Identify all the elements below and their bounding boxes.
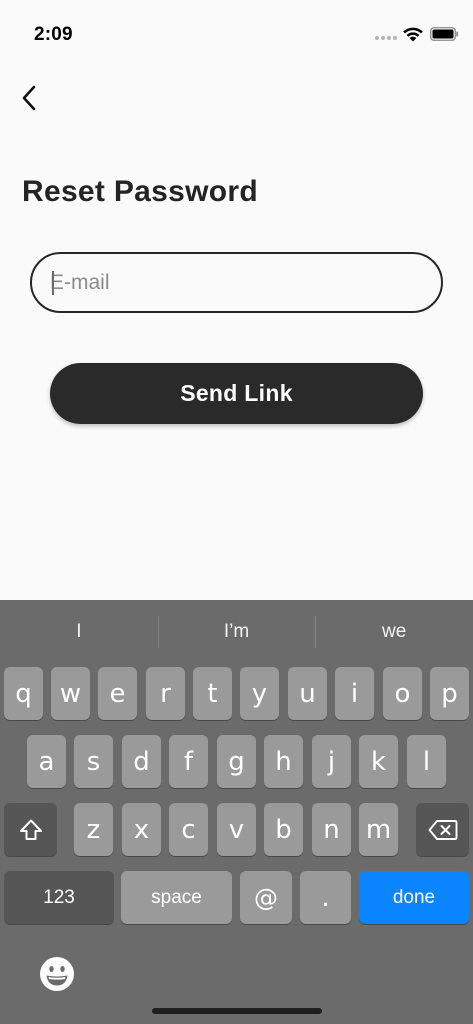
key-z[interactable]: z [74, 803, 113, 856]
send-link-button[interactable]: Send Link [50, 363, 423, 424]
suggestion-item[interactable]: I’m [157, 600, 316, 664]
dot-key[interactable]: . [300, 871, 351, 924]
key-l[interactable]: l [407, 735, 446, 788]
key-w[interactable]: w [51, 667, 90, 720]
key-m[interactable]: m [359, 803, 398, 856]
key-a[interactable]: a [27, 735, 66, 788]
delete-key[interactable] [416, 803, 469, 856]
space-key[interactable]: space [121, 871, 232, 924]
at-key[interactable]: @ [240, 871, 292, 924]
done-key[interactable]: done [359, 871, 469, 924]
key-i[interactable]: i [335, 667, 374, 720]
key-g[interactable]: g [217, 735, 256, 788]
status-bar: 2:09 [0, 0, 473, 64]
key-e[interactable]: e [98, 667, 137, 720]
home-indicator [152, 1008, 322, 1014]
key-c[interactable]: c [169, 803, 208, 856]
suggestion-item[interactable]: we [315, 600, 473, 664]
back-button[interactable] [14, 82, 44, 114]
page-title: Reset Password [22, 175, 258, 208]
key-r[interactable]: r [146, 667, 185, 720]
email-input[interactable] [50, 254, 441, 311]
keyboard: I I’m we q w e r t y u i o p a s d f g h… [0, 600, 473, 1024]
numbers-key[interactable]: 123 [4, 871, 114, 924]
key-s[interactable]: s [74, 735, 113, 788]
key-o[interactable]: o [383, 667, 422, 720]
emoji-icon[interactable] [39, 956, 75, 992]
shift-key[interactable] [4, 803, 57, 856]
text-caret [52, 271, 54, 295]
key-b[interactable]: b [264, 803, 303, 856]
key-k[interactable]: k [359, 735, 398, 788]
email-field[interactable] [30, 252, 443, 313]
suggestion-item[interactable]: I [0, 600, 158, 664]
status-time: 2:09 [34, 24, 73, 45]
key-x[interactable]: x [122, 803, 161, 856]
chevron-left-icon [22, 85, 36, 111]
shift-icon [19, 819, 42, 840]
wifi-icon [403, 27, 423, 42]
key-h[interactable]: h [264, 735, 303, 788]
backspace-icon [428, 819, 457, 840]
key-q[interactable]: q [4, 667, 43, 720]
key-t[interactable]: t [193, 667, 232, 720]
key-f[interactable]: f [169, 735, 208, 788]
signal-dots-icon [375, 36, 397, 40]
key-j[interactable]: j [312, 735, 351, 788]
suggestion-bar: I I’m we [0, 600, 473, 664]
key-v[interactable]: v [217, 803, 256, 856]
key-p[interactable]: p [430, 667, 469, 720]
key-n[interactable]: n [312, 803, 351, 856]
key-d[interactable]: d [122, 735, 161, 788]
battery-icon [430, 27, 459, 41]
key-u[interactable]: u [288, 667, 327, 720]
key-y[interactable]: y [240, 667, 279, 720]
